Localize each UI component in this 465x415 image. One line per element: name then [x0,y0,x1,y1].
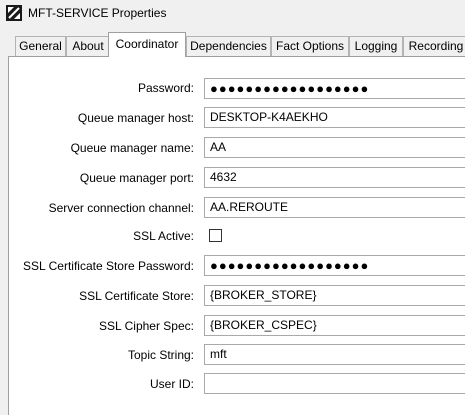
password-field[interactable]: ●●●●●●●●●●●●●●●●●● [204,78,465,99]
queue-manager-port-field[interactable]: 4632 [204,167,465,188]
tab-general[interactable]: General [15,36,66,56]
server-connection-channel-label: Server connection channel: [48,201,194,215]
ssl-cert-store-field[interactable]: {BROKER_STORE} [204,285,465,306]
tab-fact-options[interactable]: Fact Options [271,36,349,56]
queue-manager-port-label: Queue manager port: [79,171,194,185]
ssl-cert-store-label: SSL Certificate Store: [79,289,194,303]
tab-logging[interactable]: Logging [349,36,403,56]
ssl-cert-store-password-field[interactable]: ●●●●●●●●●●●●●●●●●● [204,255,465,276]
ssl-cipher-spec-label: SSL Cipher Spec: [99,319,194,333]
topic-string-label: Topic String: [127,348,194,362]
window-title: MFT-SERVICE Properties [28,6,167,20]
ssl-cipher-spec-field[interactable]: {BROKER_CSPEC} [204,315,465,336]
tab-dependencies[interactable]: Dependencies [186,36,271,56]
tab-coordinator[interactable]: Coordinator [108,32,186,57]
queue-manager-name-field[interactable]: AA [204,137,465,158]
queue-manager-host-label: Queue manager host: [77,111,194,125]
ssl-active-label: SSL Active: [133,229,194,243]
tab-recording[interactable]: Recording [403,36,465,56]
tab-about[interactable]: About [66,36,110,56]
ssl-cert-store-password-label: SSL Certificate Store Password: [23,259,194,273]
app-icon [6,5,22,21]
queue-manager-name-label: Queue manager name: [70,141,194,155]
ssl-active-checkbox[interactable] [209,229,222,242]
user-id-label: User ID: [149,377,194,391]
queue-manager-host-field[interactable]: DESKTOP-K4AEKHO [204,107,465,128]
server-connection-channel-field[interactable]: AA.REROUTE [204,197,465,218]
title-bar[interactable]: MFT-SERVICE Properties [0,0,465,26]
properties-window: MFT-SERVICE Properties General About Coo… [0,0,465,415]
user-id-field[interactable] [204,373,465,394]
password-label: Password: [137,81,194,95]
topic-string-field[interactable]: mft [204,344,465,365]
